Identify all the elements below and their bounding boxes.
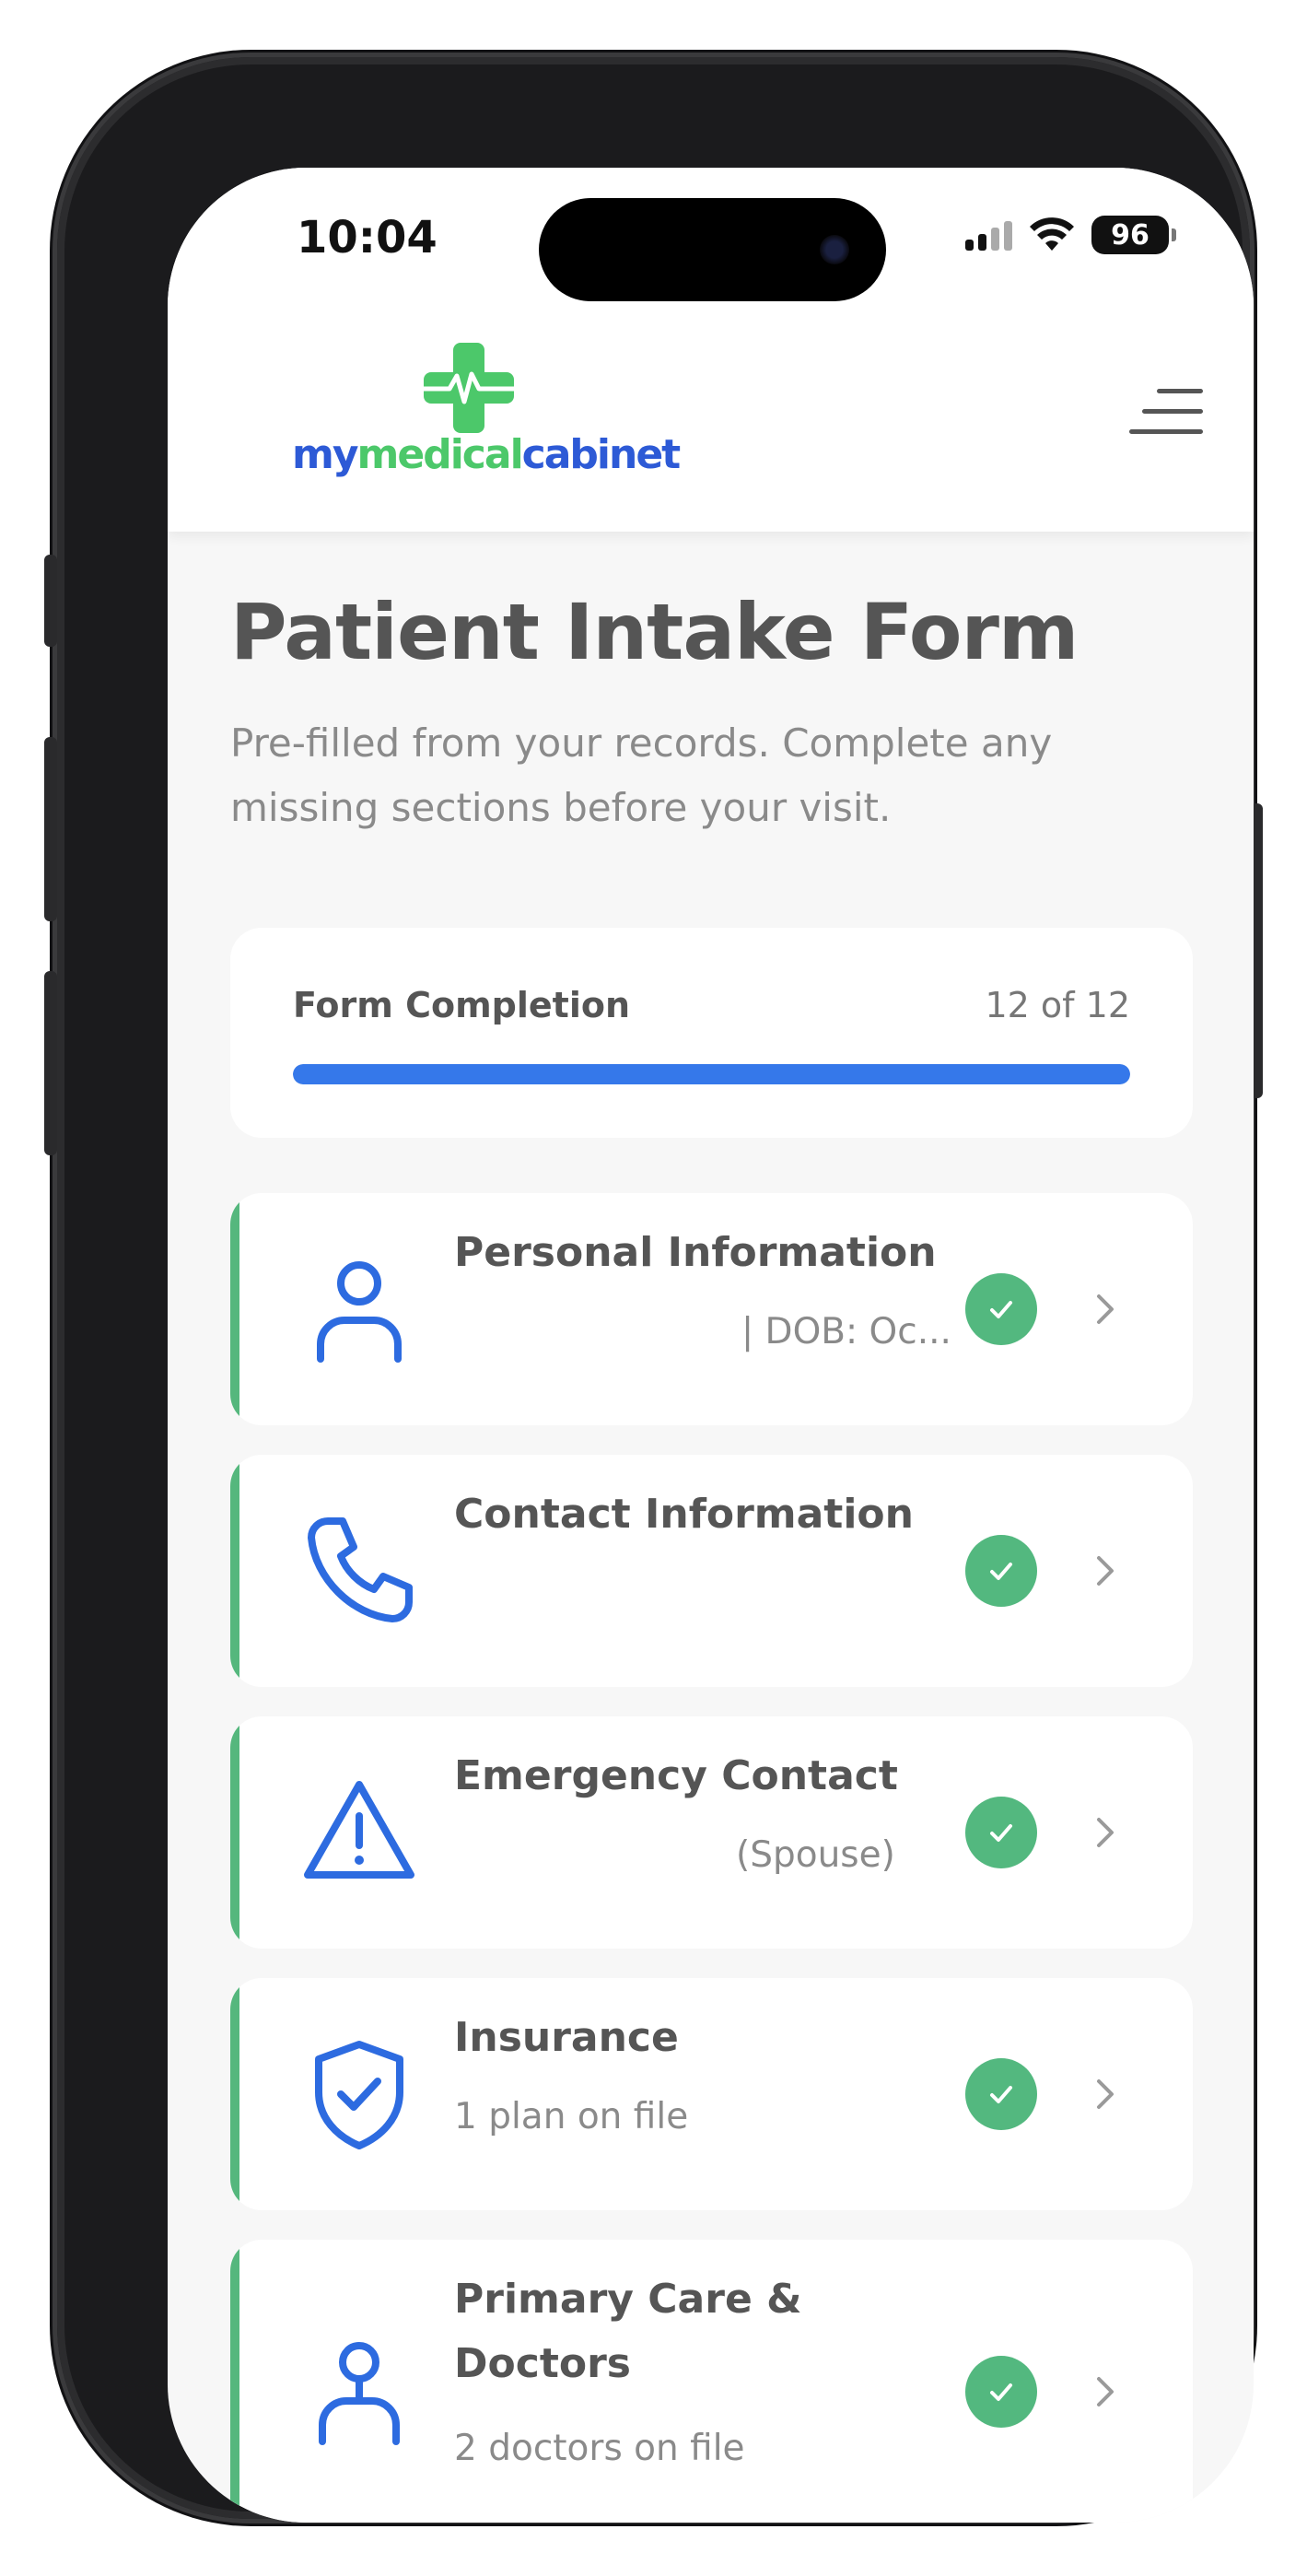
logo-wordmark: mymedicalcabinet [292, 431, 682, 478]
section-primary-care-doctors[interactable]: Primary Care & Doctors 2 doctors on file [230, 2240, 1193, 2523]
section-emergency-contact[interactable]: Emergency Contact (Spouse) [230, 1716, 1193, 1949]
progress-bar [293, 1064, 1130, 1084]
app-logo[interactable]: mymedicalcabinet [292, 343, 681, 481]
section-insurance[interactable]: Insurance 1 plan on file [230, 1978, 1193, 2210]
logo-part-cabinet: cabinet [521, 431, 682, 478]
section-title: Contact Information [454, 1491, 914, 1538]
progress-label: Form Completion [293, 985, 631, 1025]
chevron-right-icon [1097, 1556, 1114, 1586]
camera-icon [820, 235, 849, 264]
logo-part-my: my [292, 431, 359, 478]
complete-check-icon [965, 2058, 1037, 2130]
section-subtitle: (Spouse) [736, 1834, 895, 1876]
complete-check-icon [965, 2356, 1037, 2428]
progress-bar-fill [293, 1064, 1130, 1084]
screen: 10:04 96 mymedicalcabinet Patient Intake… [168, 168, 1254, 2523]
chevron-right-icon [1097, 1294, 1114, 1324]
page-subtitle: Pre-filled from your records. Complete a… [230, 720, 1053, 830]
complete-check-icon [965, 1535, 1037, 1607]
status-icons: 96 [965, 216, 1176, 254]
medical-cross-icon [414, 343, 523, 433]
shield-check-icon [315, 2041, 403, 2149]
complete-check-icon [965, 1797, 1037, 1868]
section-title: Emergency Contact [454, 1752, 898, 1799]
section-title: Primary Care & Doctors [454, 2276, 802, 2387]
doctor-icon [319, 2342, 400, 2445]
cellular-signal-icon [965, 219, 1012, 251]
action-button [44, 555, 57, 647]
form-completion-card: Form Completion 12 of 12 [230, 928, 1193, 1138]
chevron-right-icon [1097, 2377, 1114, 2406]
battery-icon: 96 [1091, 216, 1176, 254]
page-title: Patient Intake Form [230, 587, 1079, 677]
phone-frame: 10:04 96 mymedicalcabinet Patient Intake… [44, 57, 1263, 2523]
status-time: 10:04 [297, 212, 438, 263]
section-title: Insurance [454, 2014, 679, 2061]
chevron-right-icon [1097, 1818, 1114, 1847]
section-title: Personal Information [454, 1229, 937, 1276]
complete-check-icon [965, 1273, 1037, 1345]
phone-icon [308, 1517, 413, 1622]
volume-down-button [44, 971, 57, 1155]
section-subtitle: | DOB: Oc... [741, 1311, 951, 1352]
progress-count: 12 of 12 [985, 985, 1131, 1025]
chevron-right-icon [1097, 2079, 1114, 2109]
section-subtitle: 1 plan on file [454, 2096, 689, 2137]
warning-icon [304, 1781, 414, 1879]
app-header: 10:04 96 mymedicalcabinet [168, 168, 1254, 532]
hamburger-menu-icon[interactable] [1129, 389, 1203, 444]
volume-up-button [44, 737, 57, 921]
section-contact-information[interactable]: Contact Information [230, 1455, 1193, 1687]
section-subtitle: 2 doctors on file [454, 2428, 745, 2469]
wifi-icon [1030, 217, 1074, 251]
logo-part-medical: medical [356, 431, 524, 478]
person-icon [317, 1261, 402, 1363]
section-personal-information[interactable]: Personal Information | DOB: Oc... [230, 1193, 1193, 1425]
dynamic-island [539, 198, 886, 301]
